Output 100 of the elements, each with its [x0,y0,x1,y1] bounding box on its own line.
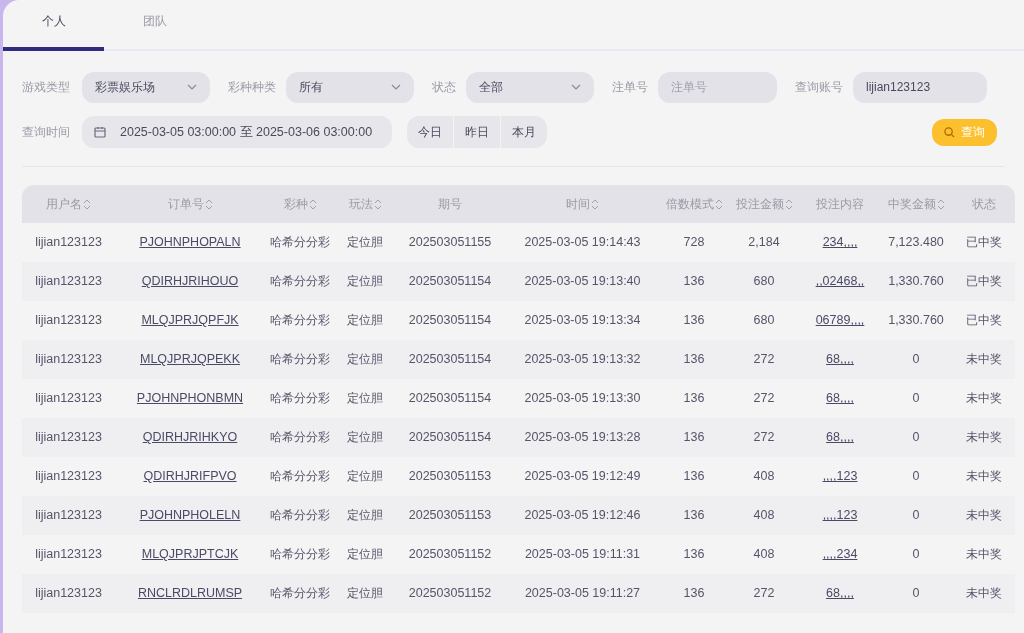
table-cell: 定位胆 [347,235,383,250]
sort-icon[interactable] [784,198,793,212]
column-header: 状态 [971,197,996,211]
filter-label: 查询时间 [22,124,71,141]
table-cell: 哈希分分彩 [270,235,330,250]
date-shortcut-button[interactable]: 昨日 [453,116,500,148]
order-link[interactable]: MLQJPRJQPEKK [140,352,240,367]
table-cell: 定位胆 [347,391,383,406]
table-cell: 哈希分分彩 [270,547,330,562]
bet-content-link[interactable]: 68,,,, [826,352,854,367]
chevron-down-icon [571,84,581,90]
order-link[interactable]: PJOHNPHONBMN [136,391,244,406]
table-cell: 定位胆 [347,352,383,367]
table-cell: lijian123123 [35,274,102,289]
order-link[interactable]: PJOHNPHOLELN [139,508,241,523]
table-cell: 136 [683,547,705,562]
table-cell: 202503051152 [408,547,492,562]
table-cell: 未中奖 [965,547,1002,562]
table-cell: 哈希分分彩 [270,391,330,406]
column-header: 投注金额 [735,197,784,211]
column-header: 倍数模式 [665,197,714,211]
table-cell: 728 [683,235,705,250]
date-shortcut-button[interactable]: 今日 [407,116,453,148]
order-link[interactable]: MLQJPRJQPFJK [141,313,239,328]
sort-icon[interactable] [591,198,599,212]
bet-content-link[interactable]: 234,,,, [822,235,858,250]
table-cell: 202503051154 [408,391,492,406]
table-cell: 136 [683,430,705,445]
column-header: 投注内容 [816,197,864,211]
table-cell: 680 [753,274,775,289]
table-cell: 272 [753,430,775,445]
table-cell: 哈希分分彩 [270,352,330,367]
table-cell: 未中奖 [965,352,1002,367]
dropdown[interactable]: 所有 [286,71,414,103]
table-cell: 未中奖 [965,469,1002,484]
order-link[interactable]: QDIRHJRIHOUO [141,274,239,289]
table-cell: 定位胆 [347,313,383,328]
dropdown[interactable]: 全部 [466,71,594,103]
order-link[interactable]: PJOHNPHOPALN [139,235,241,250]
table-cell: 272 [753,352,775,367]
order-link[interactable]: MLQJPRJPTCJK [141,547,239,562]
date-range-field[interactable]: 2025-03-05 03:00:00 至 2025-03-06 03:00:00 [82,116,392,148]
table-cell: 1,330.760 [888,313,944,328]
sort-icon[interactable] [936,198,945,212]
table-cell: 已中奖 [965,313,1002,328]
calendar-icon [94,126,106,138]
input-field[interactable]: lijian123123 [853,71,987,103]
tab[interactable]: 个人 [3,0,104,51]
sort-icon[interactable] [373,198,382,212]
chevron-down-icon [187,84,197,90]
table-cell: 2025-03-05 19:11:27 [524,586,641,601]
column-header: 时间 [566,197,590,211]
table-cell: 2025-03-05 19:14:43 [524,235,641,250]
order-link[interactable]: QDIRHJRIHKYO [142,430,238,445]
table-cell: 680 [753,313,775,328]
order-link[interactable]: QDIRHJRIFPVO [143,469,237,484]
column-header: 玩法 [348,197,373,211]
table-cell: 0 [912,508,920,523]
table-cell: 未中奖 [965,430,1002,445]
table-cell: 202503051155 [408,235,492,250]
sort-icon[interactable] [83,198,91,212]
table-cell: 未中奖 [965,508,1002,523]
table-cell: 2025-03-05 19:13:40 [524,274,641,289]
bet-content-link[interactable]: 68,,,, [826,586,854,601]
bet-content-link[interactable]: ,,02468,, [815,274,865,289]
table-cell: 2025-03-05 19:13:30 [524,391,641,406]
dropdown[interactable]: 彩票娱乐场 [82,71,210,103]
sort-icon[interactable] [204,198,213,212]
table-cell: 2025-03-05 19:13:28 [524,430,641,445]
filter-label: 查询账号 [795,79,843,96]
table-cell: 2025-03-05 19:12:46 [524,508,641,523]
filter-label: 状态 [432,79,456,96]
sort-icon[interactable] [714,198,723,212]
table-cell: 2025-03-05 19:12:49 [524,469,641,484]
bet-content-link[interactable]: ,,,,123 [822,508,858,523]
table-cell: lijian123123 [35,313,102,328]
table-cell: 0 [912,469,920,484]
bet-content-link[interactable]: 68,,,, [826,391,854,406]
table-cell: 202503051152 [408,586,492,601]
date-shortcut-button[interactable]: 本月 [500,116,547,148]
filter-label: 注单号 [612,79,648,96]
input-field[interactable]: 注单号 [658,71,777,103]
table-cell: 已中奖 [965,235,1002,250]
bet-content-link[interactable]: 68,,,, [826,430,854,445]
bet-content-link[interactable]: 06789,,,, [815,313,865,328]
table-cell: 定位胆 [347,469,383,484]
table-cell: 0 [912,547,920,562]
table-cell: 272 [753,586,775,601]
table-cell: 未中奖 [965,391,1002,406]
bet-content-link[interactable]: ,,,,123 [822,469,858,484]
table-cell: 136 [683,313,705,328]
sort-icon[interactable] [308,198,317,212]
table-cell: 136 [683,352,705,367]
table-cell: lijian123123 [35,547,102,562]
bet-content-link[interactable]: ,,,,234 [822,547,858,562]
order-link[interactable]: RNCLRDLRUMSP [137,586,243,601]
column-header: 订单号 [167,197,204,211]
table-cell: 定位胆 [347,547,383,562]
table-cell: 哈希分分彩 [270,430,330,445]
table-cell: 7,123.480 [888,235,944,250]
